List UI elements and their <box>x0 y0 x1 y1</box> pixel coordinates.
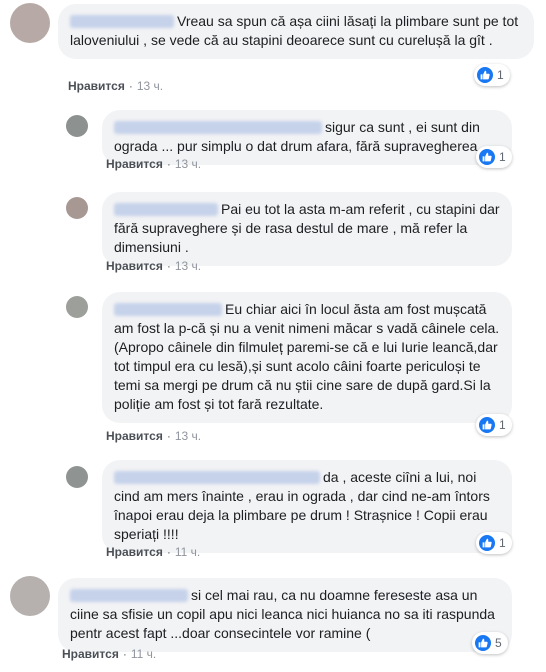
reaction-count[interactable]: 1 <box>474 64 510 86</box>
timestamp[interactable]: 11 ч. <box>131 647 156 661</box>
like-button[interactable]: Нравится <box>62 647 119 661</box>
comment-reply: Pai eu tot la asta m-am referit , cu sta… <box>0 186 546 286</box>
comment-meta: Нравится · 13 ч. <box>106 259 202 273</box>
comment-bubble: Vreau sa spun că așa ciini lăsați la pli… <box>58 4 534 59</box>
comment-bubble: Pai eu tot la asta m-am referit , cu sta… <box>102 192 512 266</box>
reaction-number: 5 <box>495 636 502 650</box>
comment-meta: Нравится · 13 ч. <box>106 157 202 171</box>
like-button[interactable]: Нравится <box>106 545 163 559</box>
avatar[interactable] <box>66 197 88 219</box>
comment-text: Eu chiar aici în locul ăsta am fost mușc… <box>114 301 500 412</box>
like-button[interactable]: Нравится <box>106 157 163 171</box>
reaction-number: 1 <box>497 68 504 82</box>
avatar[interactable] <box>66 115 88 137</box>
comment-reply: Eu chiar aici în locul ăsta am fost mușc… <box>0 286 546 456</box>
reaction-number: 1 <box>499 418 506 432</box>
author-name-redacted[interactable] <box>114 471 320 484</box>
thumbs-up-icon <box>475 635 491 651</box>
comment-bubble: da , aceste ciîni a lui, noi cind am mer… <box>102 460 512 553</box>
author-name-redacted[interactable] <box>114 203 218 216</box>
comment: si cel mai rau, ca nu doamne fereseste a… <box>0 568 546 672</box>
thumbs-up-icon <box>479 535 495 551</box>
reaction-count[interactable]: 5 <box>472 632 508 654</box>
like-button[interactable]: Нравится <box>106 259 163 273</box>
comment-meta: Нравится · 11 ч. <box>62 647 157 661</box>
comment-reply: sigur ca sunt , ei sunt din ograda ... p… <box>0 100 546 186</box>
thumbs-up-icon <box>477 67 493 83</box>
comment-reply: da , aceste ciîni a lui, noi cind am mer… <box>0 456 546 568</box>
thumbs-up-icon <box>479 149 495 165</box>
reaction-number: 1 <box>499 536 506 550</box>
thumbs-up-icon <box>479 417 495 433</box>
comment-meta: Нравится · 13 ч. <box>106 429 202 443</box>
reaction-count[interactable]: 1 <box>476 146 512 168</box>
reaction-count[interactable]: 1 <box>476 414 512 436</box>
comment-meta: Нравится · 13 ч. <box>68 79 164 93</box>
author-name-redacted[interactable] <box>70 15 174 28</box>
author-name-redacted[interactable] <box>70 589 188 602</box>
avatar[interactable] <box>10 576 50 616</box>
timestamp[interactable]: 13 ч. <box>175 429 201 443</box>
comment-bubble: si cel mai rau, ca nu doamne fereseste a… <box>58 578 512 652</box>
like-button[interactable]: Нравится <box>106 429 163 443</box>
author-name-redacted[interactable] <box>114 121 322 134</box>
timestamp[interactable]: 13 ч. <box>175 259 201 273</box>
reaction-number: 1 <box>499 150 506 164</box>
avatar[interactable] <box>66 466 88 488</box>
reaction-count[interactable]: 1 <box>476 532 512 554</box>
comment-bubble: Eu chiar aici în locul ăsta am fost mușc… <box>102 292 512 423</box>
comment: Vreau sa spun că așa ciini lăsați la pli… <box>0 0 546 100</box>
timestamp[interactable]: 11 ч. <box>175 545 200 559</box>
avatar[interactable] <box>66 296 88 318</box>
timestamp[interactable]: 13 ч. <box>137 79 163 93</box>
avatar[interactable] <box>10 3 50 43</box>
author-name-redacted[interactable] <box>114 303 222 316</box>
timestamp[interactable]: 13 ч. <box>175 157 201 171</box>
comment-meta: Нравится · 11 ч. <box>106 545 201 559</box>
like-button[interactable]: Нравится <box>68 79 125 93</box>
